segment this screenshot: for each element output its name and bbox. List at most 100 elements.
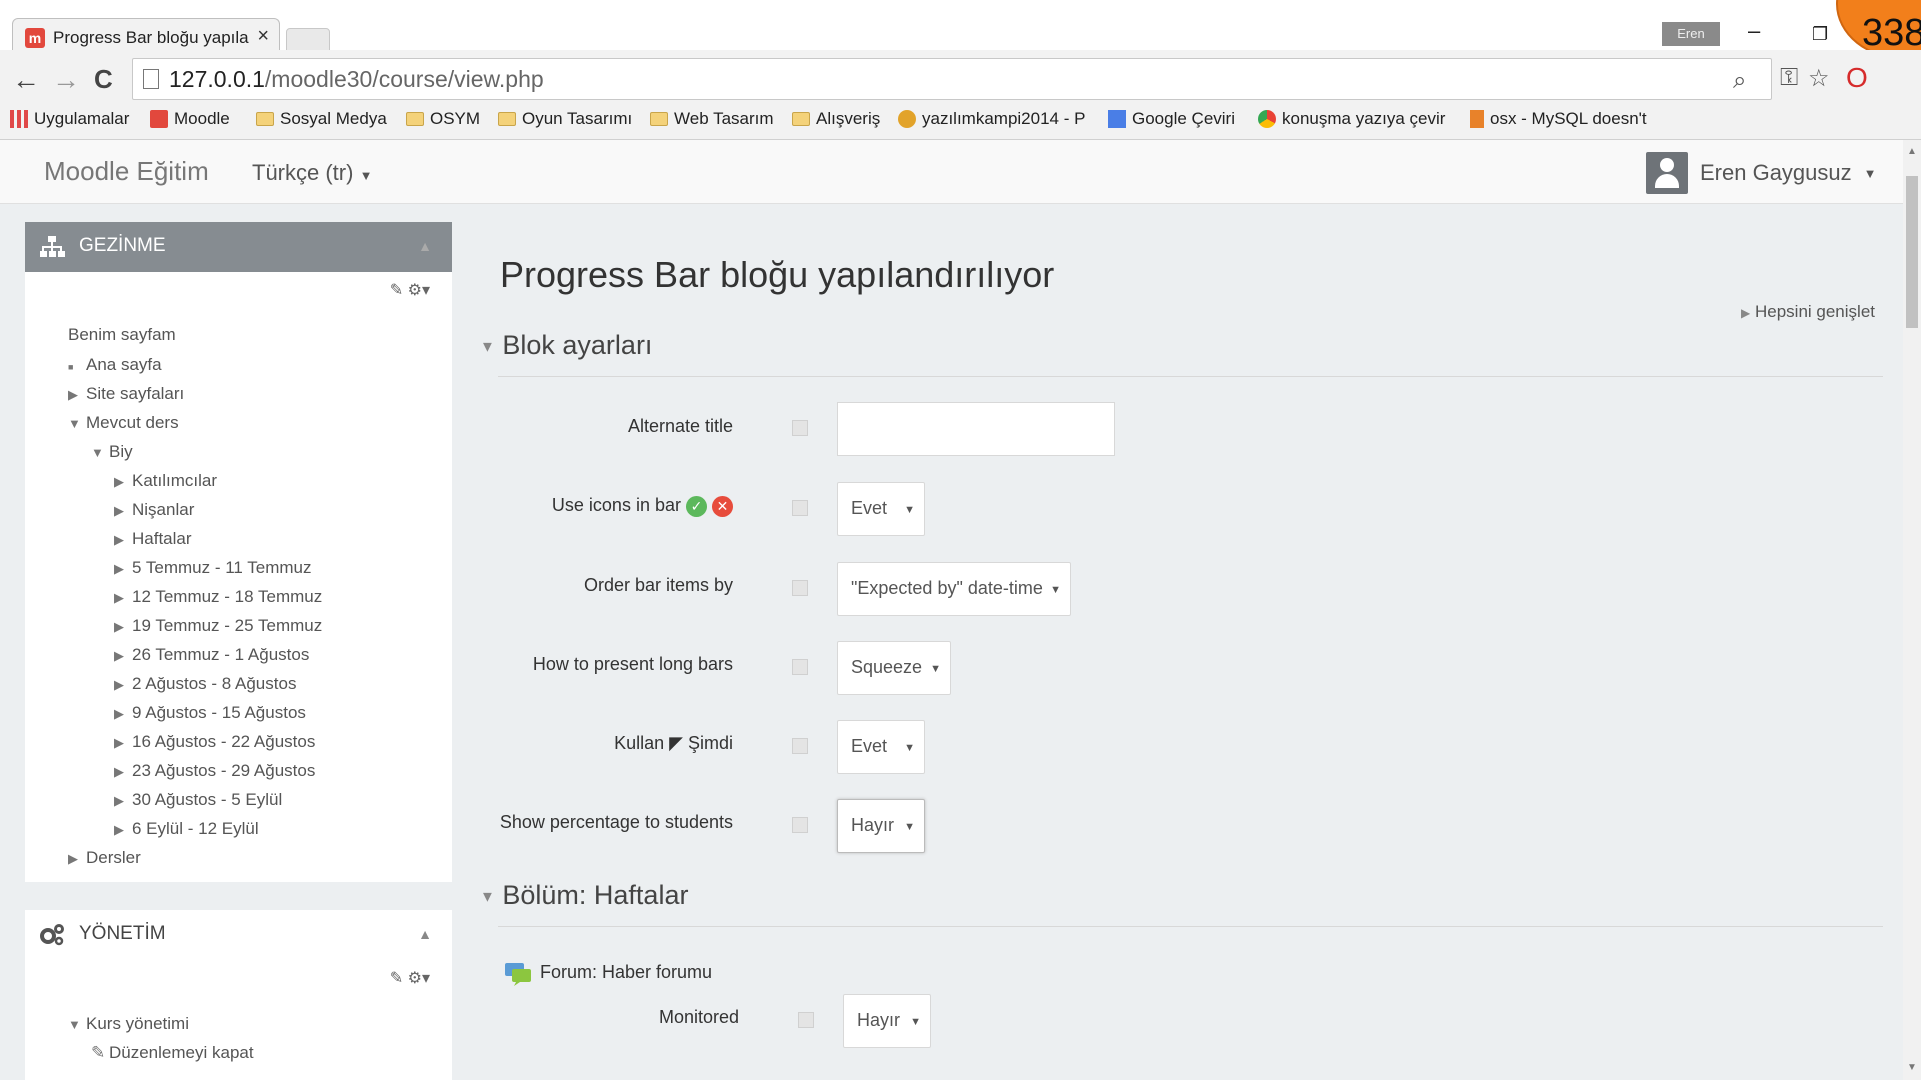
scroll-down-icon[interactable]: ▼ [1907, 1062, 1917, 1073]
nav-item-week[interactable]: ▶ 9 Ağustos - 15 Ağustos [114, 703, 306, 723]
nav-item-week[interactable]: ▶ 26 Temmuz - 1 Ağustos [114, 645, 309, 665]
new-tab-button[interactable] [286, 28, 330, 52]
administration-tree: ▼ Kurs yönetimi ✎ Düzenlemeyi kapat [43, 1000, 443, 1080]
nav-item-katilimcilar[interactable]: ▶ Katılımcılar [114, 471, 217, 491]
dropdown-arrow-icon: ▼ [1050, 584, 1061, 596]
tab-close-icon[interactable]: × [257, 25, 269, 48]
nav-item-ana-sayfa[interactable]: ■ Ana sayfa [68, 355, 162, 375]
section-weeks[interactable]: ▼ Bölüm: Haftalar [480, 880, 688, 911]
block-actions[interactable]: ✎ ⚙▾ [390, 968, 430, 988]
help-icon[interactable] [798, 1012, 814, 1028]
nav-item-week[interactable]: ▶ 16 Ağustos - 22 Ağustos [114, 732, 315, 752]
nav-item-week[interactable]: ▶ 2 Ağustos - 8 Ağustos [114, 674, 296, 694]
alternate-title-input[interactable] [837, 402, 1115, 456]
browser-tab[interactable]: m Progress Bar bloğu yapıla × [12, 18, 280, 54]
show-percentage-select[interactable]: Hayır ▼ [837, 799, 925, 853]
section-block-settings[interactable]: ▼ Blok ayarları [480, 330, 652, 361]
bookmark-label: Uygulamalar [34, 109, 130, 128]
nav-item-dersler[interactable]: ▶ Dersler [68, 848, 141, 868]
zoom-icon[interactable]: ⌕ [1733, 67, 1746, 95]
nav-item-label: Site sayfaları [86, 384, 185, 403]
bookmark-folder[interactable]: Web Tasarım [650, 109, 774, 129]
back-arrow-icon[interactable]: ← [12, 64, 40, 96]
key-icon[interactable]: ⚿ [1780, 64, 1798, 92]
nav-item-week[interactable]: ▶ 23 Ağustos - 29 Ağustos [114, 761, 315, 781]
now-select[interactable]: Evet ▼ [837, 720, 925, 774]
move-icon[interactable]: ✎ [390, 282, 403, 299]
bookmarks-bar: Uygulamalar Moodle Sosyal Medya OSYM Oyu… [0, 106, 1921, 140]
nav-item-mevcut-ders[interactable]: ▼ Mevcut ders [68, 413, 179, 433]
folder-icon [406, 112, 424, 126]
nav-item-label: 5 Temmuz - 11 Temmuz [132, 558, 312, 577]
collapse-icon[interactable]: ▲ [418, 238, 432, 254]
field-now: Kullan ◤ Şimdi Evet ▼ [470, 720, 1903, 774]
block-actions[interactable]: ✎ ⚙▾ [390, 280, 430, 300]
minimize-icon[interactable]: – [1748, 18, 1760, 44]
expand-all-link[interactable]: ▶ Hepsini genişlet [1741, 302, 1875, 322]
help-icon[interactable] [792, 738, 808, 754]
nav-item-biy[interactable]: ▼ Biy [91, 442, 133, 462]
help-icon[interactable] [792, 817, 808, 833]
nav-item-label: Ana sayfa [86, 355, 162, 374]
bookmark-folder[interactable]: Oyun Tasarımı [498, 109, 632, 129]
nav-item-haftalar[interactable]: ▶ Haftalar [114, 529, 192, 549]
nav-item-kurs-yonetimi[interactable]: ▼ Kurs yönetimi [68, 1014, 189, 1034]
nav-item-benim-sayfam[interactable]: Benim sayfam [68, 325, 176, 345]
field-order-by: Order bar items by "Expected by" date-ti… [470, 562, 1903, 616]
nav-item-label: 12 Temmuz - 18 Temmuz [132, 587, 323, 606]
bookmark-folder[interactable]: OSYM [406, 109, 480, 129]
bookmark-yazilimkampi[interactable]: yazılımkampi2014 - P [898, 109, 1085, 129]
field-label: Show percentage to students [499, 812, 733, 832]
nav-item-label: Dersler [86, 848, 141, 867]
nav-item-nisanlar[interactable]: ▶ Nişanlar [114, 500, 194, 520]
navigation-block-header[interactable]: GEZİNME ▲ [25, 222, 452, 272]
nav-item-label: 23 Ağustos - 29 Ağustos [132, 761, 316, 780]
user-menu[interactable]: Eren Gaygusuz ▼ [1646, 152, 1877, 194]
nav-item-week[interactable]: ▶ 19 Temmuz - 25 Temmuz [114, 616, 322, 636]
forward-arrow-icon[interactable]: → [52, 64, 80, 96]
reload-icon[interactable]: C [94, 64, 113, 95]
nav-item-week[interactable]: ▶ 12 Temmuz - 18 Temmuz [114, 587, 322, 607]
long-bars-select[interactable]: Squeeze ▼ [837, 641, 951, 695]
administration-block-header[interactable]: YÖNETİM ▲ [25, 910, 452, 960]
help-icon[interactable] [792, 580, 808, 596]
nav-item-site-sayfalari[interactable]: ▶ Site sayfaları [68, 384, 184, 404]
order-by-select[interactable]: "Expected by" date-time ▼ [837, 562, 1071, 616]
language-menu[interactable]: Türkçe (tr) ▼ [252, 160, 372, 186]
scrollbar-thumb[interactable] [1906, 176, 1918, 328]
bookmark-moodle[interactable]: Moodle [150, 109, 230, 129]
nav-item-week[interactable]: ▶ 6 Eylül - 12 Eylül [114, 819, 259, 839]
scrollbar[interactable]: ▲ ▼ [1903, 140, 1921, 1080]
help-icon[interactable] [792, 420, 808, 436]
opera-extension-icon[interactable]: O [1846, 62, 1868, 94]
monitored-select[interactable]: Hayır ▼ [843, 994, 931, 1048]
nav-item-duzenlemeyi-kapat[interactable]: ✎ Düzenlemeyi kapat [91, 1043, 254, 1063]
bookmark-google-translate[interactable]: Google Çeviri [1108, 109, 1235, 129]
use-icons-select[interactable]: Evet ▼ [837, 482, 925, 536]
gear-icon[interactable]: ⚙▾ [408, 970, 430, 987]
collapse-icon[interactable]: ▲ [418, 926, 432, 942]
chevron-down-icon: ▼ [359, 168, 373, 183]
bookmark-folder[interactable]: Sosyal Medya [256, 109, 387, 129]
bookmark-stackoverflow[interactable]: osx - MySQL doesn't [1470, 109, 1647, 129]
nav-item-week[interactable]: ▶ 5 Temmuz - 11 Temmuz [114, 558, 312, 578]
address-bar[interactable]: 127.0.0.1/moodle30/course/view.php ⌕ [132, 58, 1772, 100]
bookmark-apps[interactable]: Uygulamalar [10, 109, 129, 129]
move-icon[interactable]: ✎ [390, 970, 403, 987]
bookmark-speech[interactable]: konuşma yazıya çevir [1258, 109, 1445, 129]
help-icon[interactable] [792, 500, 808, 516]
restore-icon[interactable]: ❐ [1812, 24, 1828, 45]
field-long-bars: How to present long bars Squeeze ▼ [470, 641, 1903, 695]
select-value: Evet [851, 498, 888, 518]
site-brand[interactable]: Moodle Eğitim [44, 156, 209, 187]
profile-chip[interactable]: Eren [1662, 22, 1720, 46]
dropdown-arrow-icon: ▼ [904, 821, 915, 833]
help-icon[interactable] [792, 659, 808, 675]
forum-activity: Forum: Haber forumu [504, 960, 712, 986]
bookmark-folder[interactable]: Alışveriş [792, 109, 880, 129]
gear-icon[interactable]: ⚙▾ [408, 282, 430, 299]
nav-item-week[interactable]: ▶ 30 Ağustos - 5 Eylül [114, 790, 282, 810]
scroll-up-icon[interactable]: ▲ [1907, 146, 1917, 157]
main-content: Progress Bar bloğu yapılandırılıyor ▶ He… [470, 204, 1903, 1080]
star-bookmark-icon[interactable]: ☆ [1808, 64, 1830, 93]
